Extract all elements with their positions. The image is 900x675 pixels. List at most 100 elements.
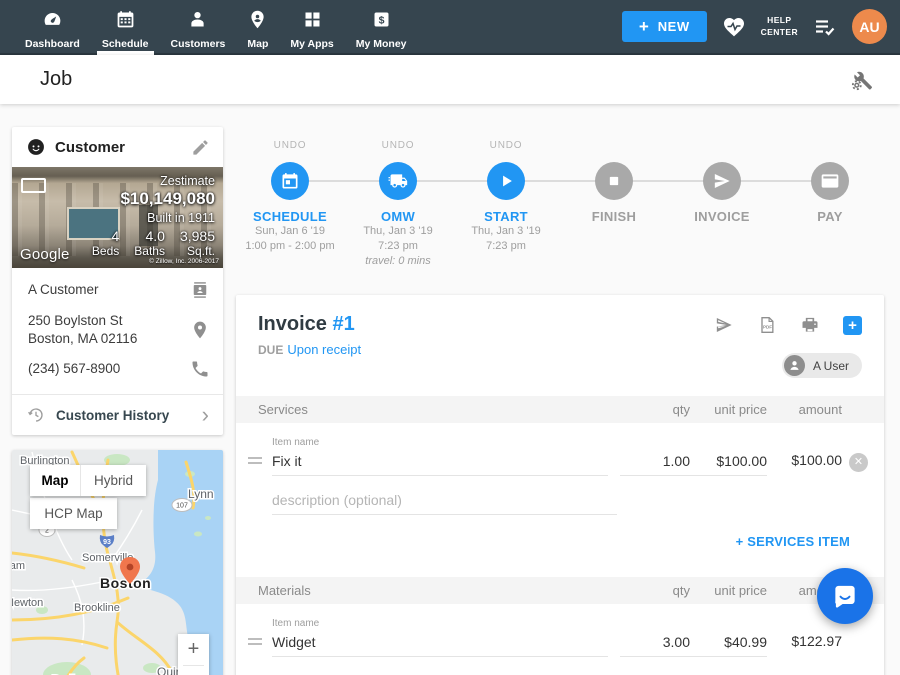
service-line-amount: $100.00 bbox=[767, 452, 842, 476]
page-title: Job bbox=[40, 68, 72, 91]
step-invoice: INVOICE bbox=[668, 140, 776, 285]
drag-handle-icon[interactable] bbox=[248, 635, 272, 657]
step-omw: UNDO OMW Thu, Jan 3 '19 7:23 pm travel: … bbox=[344, 140, 452, 285]
undo-start-button[interactable]: UNDO bbox=[490, 140, 523, 152]
schedule-icon bbox=[115, 9, 136, 35]
left-sidebar: Customer Zestimate $10,149,080 Built in … bbox=[12, 127, 223, 675]
material-qty-input[interactable] bbox=[620, 634, 690, 657]
user-avatar[interactable]: AU bbox=[852, 9, 887, 44]
customer-phone-row: (234) 567-8900 bbox=[12, 347, 223, 394]
add-line-item-button[interactable]: + bbox=[843, 316, 862, 335]
new-button[interactable]: + NEW bbox=[622, 11, 707, 42]
delete-line-item-button[interactable]: ✕ bbox=[849, 453, 868, 472]
material-item-name-input[interactable] bbox=[272, 634, 608, 657]
print-icon[interactable] bbox=[800, 315, 820, 335]
contact-card-icon[interactable] bbox=[190, 280, 210, 300]
material-unit-price-input[interactable] bbox=[690, 634, 767, 657]
nav-item-schedule[interactable]: Schedule bbox=[91, 0, 160, 53]
unit-price-column-header: unit price bbox=[690, 583, 767, 598]
nav-label: My Money bbox=[356, 38, 407, 50]
history-icon bbox=[27, 406, 45, 424]
map-type-controls: Map Hybrid HCP Map bbox=[30, 465, 190, 529]
customer-card-title: Customer bbox=[55, 139, 125, 156]
due-terms-link[interactable]: Upon receipt bbox=[287, 342, 361, 357]
customer-history-button[interactable]: Customer History › bbox=[12, 395, 223, 435]
send-invoice-icon[interactable] bbox=[714, 315, 734, 335]
invoice-number[interactable]: #1 bbox=[332, 313, 354, 335]
apps-grid-icon bbox=[302, 9, 323, 35]
item-name-label: Item name bbox=[272, 618, 608, 629]
zillow-copyright: © Zillow, Inc. 2006-2017 bbox=[149, 258, 219, 265]
job-settings-tools-icon[interactable] bbox=[850, 68, 874, 92]
truck-icon bbox=[388, 171, 408, 191]
finish-step-button[interactable] bbox=[595, 162, 633, 200]
map-type-hybrid-button[interactable]: Hybrid bbox=[80, 465, 146, 496]
section-label: Services bbox=[258, 402, 620, 417]
add-services-item-link[interactable]: + SERVICES ITEM bbox=[736, 534, 850, 549]
nav-item-customers[interactable]: Customers bbox=[160, 0, 237, 53]
chat-support-button[interactable] bbox=[817, 568, 873, 624]
hcp-map-button[interactable]: HCP Map bbox=[30, 498, 117, 529]
job-workflow-steps: UNDO SCHEDULE Sun, Jan 6 '19 1:00 pm - 2… bbox=[236, 140, 884, 285]
chat-bubble-icon bbox=[830, 581, 860, 611]
nav-label: Dashboard bbox=[25, 38, 80, 50]
location-pin-icon[interactable] bbox=[190, 320, 210, 340]
assignee-chip[interactable]: A User bbox=[782, 353, 862, 378]
map-zoom-out-button[interactable]: − bbox=[178, 666, 209, 675]
nav-item-my-apps[interactable]: My Apps bbox=[279, 0, 344, 53]
customer-card: Customer Zestimate $10,149,080 Built in … bbox=[12, 127, 223, 435]
activity-checklist-icon[interactable] bbox=[813, 15, 837, 39]
health-heart-icon[interactable] bbox=[722, 15, 746, 39]
sqft-label: Sq.ft. bbox=[180, 244, 215, 258]
svg-text:Newton: Newton bbox=[12, 597, 43, 609]
help-center-link[interactable]: HELP CENTER bbox=[761, 15, 798, 37]
invoice-step-button[interactable] bbox=[703, 162, 741, 200]
item-name-label: Item name bbox=[272, 437, 608, 448]
map-pin-icon bbox=[247, 9, 268, 35]
customer-face-icon bbox=[26, 137, 46, 157]
pdf-icon[interactable]: PDF bbox=[757, 315, 777, 335]
qty-column-header: qty bbox=[620, 583, 690, 598]
customer-name-row: A Customer bbox=[12, 268, 223, 300]
plus-icon: + bbox=[639, 18, 649, 35]
map-type-map-button[interactable]: Map bbox=[30, 465, 80, 496]
step-finish: FINISH bbox=[560, 140, 668, 285]
customer-history-label: Customer History bbox=[56, 408, 169, 423]
customer-phone: (234) 567-8900 bbox=[28, 360, 120, 378]
baths-label: Baths bbox=[134, 244, 165, 258]
start-step-button[interactable] bbox=[487, 162, 525, 200]
customer-address-row: 250 Boylston St Boston, MA 02116 bbox=[12, 300, 223, 347]
step-schedule: UNDO SCHEDULE Sun, Jan 6 '19 1:00 pm - 2… bbox=[236, 140, 344, 285]
service-qty-input[interactable] bbox=[620, 453, 690, 476]
phone-icon[interactable] bbox=[190, 359, 210, 379]
undo-omw-button[interactable]: UNDO bbox=[382, 140, 415, 152]
edit-pencil-icon[interactable] bbox=[191, 138, 210, 157]
map-zoom-in-button[interactable]: + bbox=[178, 634, 209, 665]
qty-column-header: qty bbox=[620, 402, 690, 417]
service-description-input[interactable] bbox=[272, 492, 617, 515]
chevron-right-icon: › bbox=[202, 404, 213, 426]
pay-step-button[interactable] bbox=[811, 162, 849, 200]
nav-item-dashboard[interactable]: Dashboard bbox=[14, 0, 91, 53]
top-nav: Dashboard Schedule Customers Map My Apps… bbox=[0, 0, 900, 55]
undo-schedule-button[interactable]: UNDO bbox=[274, 140, 307, 152]
sqft-value: 3,985 bbox=[180, 228, 215, 244]
nav-item-my-money[interactable]: $ My Money bbox=[345, 0, 418, 53]
service-item-name-input[interactable] bbox=[272, 453, 608, 476]
property-photo[interactable]: Zestimate $10,149,080 Built in 1911 4Bed… bbox=[12, 167, 223, 268]
drag-handle-icon[interactable] bbox=[248, 454, 272, 476]
omw-step-button[interactable] bbox=[379, 162, 417, 200]
main-panel: UNDO SCHEDULE Sun, Jan 6 '19 1:00 pm - 2… bbox=[236, 127, 884, 675]
credit-card-icon bbox=[820, 171, 840, 191]
send-icon bbox=[712, 171, 732, 191]
customer-address: 250 Boylston St Boston, MA 02116 bbox=[28, 312, 137, 347]
service-unit-price-input[interactable] bbox=[690, 453, 767, 476]
nav-item-map[interactable]: Map bbox=[236, 0, 279, 53]
schedule-step-button[interactable] bbox=[271, 162, 309, 200]
play-icon bbox=[496, 171, 516, 191]
zestimate-value: $10,149,080 bbox=[92, 189, 215, 209]
streetview-frame-icon[interactable] bbox=[21, 178, 46, 193]
map-widget[interactable]: 93 107 2 Burlington Lynn Waltham Somervi… bbox=[12, 450, 223, 675]
travel-time: travel: 0 mins bbox=[365, 255, 430, 269]
map-zoom-control: + − bbox=[178, 634, 209, 675]
